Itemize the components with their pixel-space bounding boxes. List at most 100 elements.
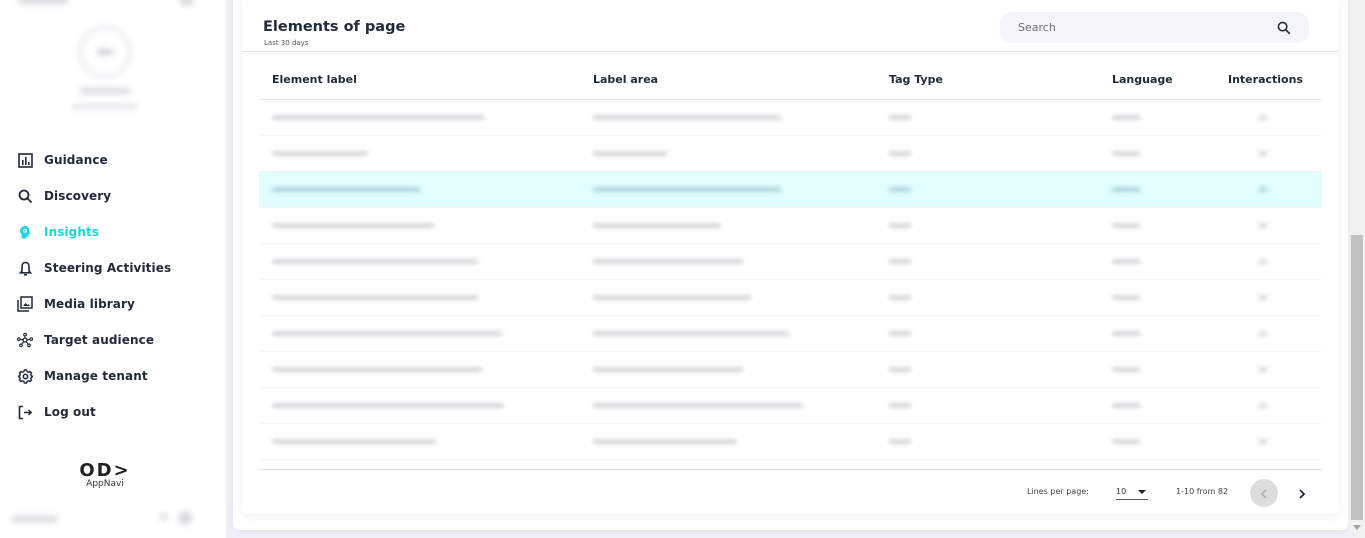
scrollbar-thumb[interactable]	[1351, 235, 1363, 520]
table-row[interactable]	[259, 244, 1322, 280]
cell-tag-type-redacted	[889, 115, 911, 120]
lines-per-page-value: 10	[1116, 487, 1127, 496]
next-page-button[interactable]	[1288, 479, 1316, 507]
table-row[interactable]	[259, 100, 1322, 136]
cell-element-label-redacted	[272, 367, 482, 372]
sidebar-item-label: Steering Activities	[44, 261, 172, 275]
cell-label-area-redacted	[593, 439, 737, 444]
cell-tag-type-redacted	[889, 259, 911, 264]
card-subtitle: Last 30 days	[264, 39, 309, 47]
sidebar-item-label: Log out	[44, 405, 96, 419]
cell-tag-type-redacted	[889, 367, 911, 372]
redacted-user-role	[72, 104, 138, 109]
gear-icon	[17, 368, 33, 384]
cell-tag-type-redacted	[889, 295, 911, 300]
sidebar-item-label: Insights	[44, 225, 100, 239]
cell-language-redacted	[1112, 259, 1140, 264]
sidebar-item-insights[interactable]: Insights	[0, 214, 226, 250]
cell-element-label-redacted	[272, 403, 504, 408]
search-icon	[17, 188, 33, 204]
sidebar-item-steering-activities[interactable]: Steering Activities	[0, 250, 226, 286]
cell-element-label-redacted	[272, 439, 436, 444]
bell-icon	[17, 260, 33, 276]
divider	[259, 469, 1322, 470]
cell-element-label-redacted	[272, 223, 434, 228]
column-header-tag-type[interactable]: Tag Type	[889, 73, 943, 86]
network-icon	[17, 332, 33, 348]
lines-per-page-label: Lines per page:	[1027, 487, 1089, 496]
cell-interactions-redacted	[1259, 259, 1267, 264]
table-row[interactable]	[259, 172, 1322, 208]
cell-tag-type-redacted	[889, 223, 911, 228]
column-header-language[interactable]: Language	[1112, 73, 1173, 86]
scroll-down-arrow-icon[interactable]	[1353, 525, 1361, 530]
sidebar-item-label: Target audience	[44, 333, 155, 347]
avatar[interactable]	[78, 25, 132, 79]
cell-tag-type-redacted	[889, 331, 911, 336]
search-icon[interactable]	[1277, 20, 1291, 39]
cell-element-label-redacted	[272, 331, 502, 336]
sidebar-item-label: Media library	[44, 297, 135, 311]
lines-per-page-select[interactable]: 10	[1116, 482, 1148, 500]
cell-language-redacted	[1112, 223, 1140, 228]
caret-down-icon	[1138, 490, 1146, 494]
cell-interactions-redacted	[1259, 295, 1267, 300]
table-row[interactable]	[259, 388, 1322, 424]
cell-label-area-redacted	[593, 295, 751, 300]
cell-label-area-redacted	[593, 187, 781, 192]
previous-page-button[interactable]	[1250, 479, 1278, 507]
cell-language-redacted	[1112, 187, 1140, 192]
cell-label-area-redacted	[593, 259, 743, 264]
card-title: Elements of page	[263, 19, 406, 35]
cell-interactions-redacted	[1259, 223, 1267, 228]
cell-interactions-redacted	[1259, 367, 1267, 372]
media-library-icon	[17, 296, 33, 312]
cell-element-label-redacted	[272, 187, 420, 192]
cell-tag-type-redacted	[889, 403, 911, 408]
cell-language-redacted	[1112, 295, 1140, 300]
column-header-interactions[interactable]: Interactions	[1228, 73, 1303, 86]
search-box	[1000, 12, 1309, 43]
redacted-footer-icon[interactable]	[178, 511, 192, 525]
column-header-label-area[interactable]: Label area	[593, 73, 658, 86]
sidebar-item-guidance[interactable]: Guidance	[0, 142, 226, 178]
cell-tag-type-redacted	[889, 187, 911, 192]
cell-element-label-redacted	[272, 259, 478, 264]
cell-language-redacted	[1112, 115, 1140, 120]
sidebar-item-media-library[interactable]: Media library	[0, 286, 226, 322]
search-input[interactable]	[1018, 19, 1258, 36]
brain-head-icon	[17, 224, 33, 240]
table-row[interactable]	[259, 280, 1322, 316]
sidebar-nav: Guidance Discovery Insights Steering Act…	[0, 142, 226, 430]
cell-language-redacted	[1112, 367, 1140, 372]
cell-language-redacted	[1112, 439, 1140, 444]
table-row[interactable]	[259, 424, 1322, 460]
cell-element-label-redacted	[272, 151, 368, 156]
appnavi-logo: OD> AppNavi	[0, 460, 210, 489]
cell-language-redacted	[1112, 331, 1140, 336]
chevron-left-icon	[1260, 484, 1268, 503]
sidebar-item-discovery[interactable]: Discovery	[0, 178, 226, 214]
sidebar-item-label: Guidance	[44, 153, 108, 167]
sidebar-item-manage-tenant[interactable]: Manage tenant	[0, 358, 226, 394]
cell-label-area-redacted	[593, 403, 803, 408]
redacted-tenant-icon[interactable]	[180, 0, 194, 6]
redacted-user-name	[80, 88, 130, 94]
logout-icon	[17, 404, 33, 420]
column-header-element-label[interactable]: Element label	[272, 73, 357, 86]
table-row[interactable]	[259, 316, 1322, 352]
cell-label-area-redacted	[593, 367, 743, 372]
cell-interactions-redacted	[1259, 187, 1267, 192]
cell-label-area-redacted	[593, 331, 789, 336]
sidebar-item-log-out[interactable]: Log out	[0, 394, 226, 430]
sidebar: Guidance Discovery Insights Steering Act…	[0, 0, 226, 538]
redacted-footer-label	[160, 514, 168, 520]
sidebar-item-label: Manage tenant	[44, 369, 148, 383]
table-row[interactable]	[259, 352, 1322, 388]
chevron-right-icon	[1298, 484, 1306, 503]
bar-chart-icon	[17, 152, 33, 168]
table-row[interactable]	[259, 136, 1322, 172]
sidebar-item-target-audience[interactable]: Target audience	[0, 322, 226, 358]
table-row[interactable]	[259, 208, 1322, 244]
cell-tag-type-redacted	[889, 151, 911, 156]
